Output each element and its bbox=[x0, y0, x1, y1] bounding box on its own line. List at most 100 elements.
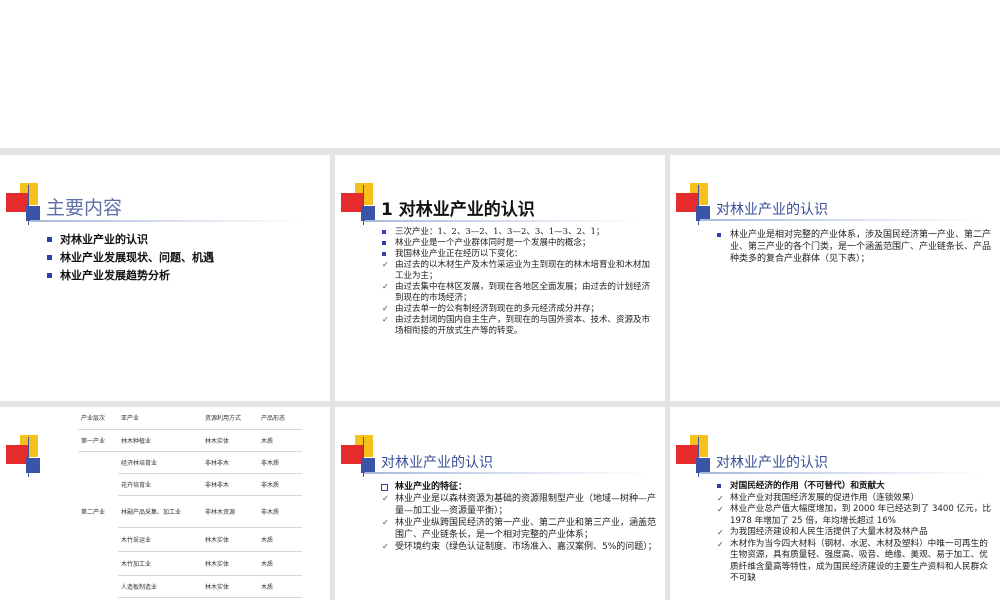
bullet-list: 林业产业的特征： ✓ 林业产业是以森林资源为基础的资源限制型产业（地域—树种—产量… bbox=[381, 481, 657, 553]
table-cell bbox=[78, 551, 118, 575]
list-item: 林业产业是相对完整的产业体系，涉及国民经济第一产业、第二产业、第三产业的各个门类… bbox=[716, 229, 992, 265]
bullet-square-icon bbox=[382, 252, 386, 256]
table-row: 人造板制造业 林木实体 木质 bbox=[78, 575, 302, 598]
table-cell: 林木实体 bbox=[202, 527, 258, 552]
list-item: ✓ 为我国经济建设和人民生活提供了大量木材及林产品 bbox=[717, 527, 928, 537]
list-item: ✓ 由过去集中在林区发展，到现在各地区全面发展；由过去的计划经济到现在的市场经济； bbox=[382, 282, 651, 303]
list-item: ✓ 林业产业纵跨国民经济的第一产业、第二产业和第三产业，涵盖范围广、产业链条长，是… bbox=[382, 518, 657, 540]
check-bullet-icon: ✓ bbox=[717, 505, 724, 514]
table-cell: 木质 bbox=[258, 527, 302, 552]
check-bullet-icon: ✓ bbox=[717, 528, 724, 537]
slide-title: 1 对林业产业的认识 bbox=[381, 200, 535, 220]
table-cell: 非林非木 bbox=[202, 451, 258, 474]
check-bullet-icon: ✓ bbox=[382, 315, 389, 324]
title-underline bbox=[700, 219, 985, 221]
table-cell: 第一产业 bbox=[78, 429, 118, 452]
slide-thumbnail-4[interactable]: 产业层次 亚产业 资源利用方式 产品形态 第一产业 林木种植业 林木实体 木质 … bbox=[0, 407, 330, 600]
table-header-cell: 资源利用方式 bbox=[202, 407, 258, 430]
table-cell: 木质 bbox=[258, 551, 302, 576]
list-item: 林业产业发展现状、问题、机遇 bbox=[46, 249, 316, 267]
table-row: 第一产业 林木种植业 林木实体 木质 bbox=[78, 429, 302, 452]
slide-thumbnail-1[interactable]: 主要内容 对林业产业的认识 林业产业发展现状、问题、机遇 林业产业发展趋势分析 bbox=[0, 155, 330, 401]
list-item: 林业产业是一个产业群体同时是一个发展中的概念； bbox=[381, 238, 657, 249]
list-item: ✓ 由过去封闭的国内自主生产，到现在的与国外资本、技术、资源及市场相衔接的开放式生… bbox=[382, 315, 651, 336]
table-cell: 非木质 bbox=[258, 495, 302, 528]
table-cell: 非林木资源 bbox=[202, 495, 258, 528]
title-underline bbox=[700, 472, 985, 474]
list-item: ✓ 由过去单一的公有制经济到现在的多元经济成分并存； bbox=[382, 304, 600, 314]
list-item: ✓ 林业产业总产值大幅度增加，到 2000 年已经达到了 3400 亿元，比 19… bbox=[717, 504, 991, 526]
bullet-square-icon bbox=[47, 273, 52, 278]
slide-thumbnail-5[interactable]: 对林业产业的认识 林业产业的特征： ✓ 林业产业是以森林资源为基础的资源限制型产业… bbox=[335, 407, 665, 600]
table-header-cell: 产品形态 bbox=[258, 407, 302, 430]
table-cell: 非林非木 bbox=[202, 473, 258, 496]
check-bullet-icon: ✓ bbox=[382, 494, 389, 503]
table-cell bbox=[78, 575, 118, 597]
table-cell: 非木质 bbox=[258, 473, 302, 496]
list-item: 对国民经济的作用（不可替代）和贡献大 bbox=[716, 481, 992, 493]
bullet-square-icon bbox=[382, 241, 386, 245]
slide-decoration-icon bbox=[6, 435, 46, 479]
table-cell bbox=[78, 527, 118, 551]
list-item: ✓ 木材作为当今四大材料（钢材、水泥、木材及塑料）中唯一可再生的生物资源，具有质量… bbox=[717, 538, 988, 584]
list-item: 林业产业的特征： bbox=[381, 481, 657, 493]
list-item: ✓ 由过去的以木材生产及木竹采运业为主到现在的林木培育业和木材加工业为主； bbox=[382, 260, 651, 281]
list-item: 三次产业：1、2、3—2、1、3—2、3、1—3、2、1； bbox=[381, 227, 657, 238]
check-bullet-icon: ✓ bbox=[382, 282, 389, 291]
table-header-cell: 亚产业 bbox=[118, 407, 202, 430]
list-item: 我国林业产业正在经历以下变化： bbox=[381, 249, 657, 260]
table-row: 第二产业 林副产品采集、加工业 非林木资源 非木质 bbox=[78, 495, 302, 528]
slide-thumbnail-2[interactable]: 1 对林业产业的认识 三次产业：1、2、3—2、1、3—2、3、1—3、2、1；… bbox=[335, 155, 665, 401]
check-bullet-icon: ✓ bbox=[382, 518, 389, 527]
bullet-list: 三次产业：1、2、3—2、1、3—2、3、1—3、2、1； 林业产业是一个产业群… bbox=[381, 227, 657, 337]
bullet-square-icon bbox=[717, 233, 721, 237]
table-row: 花卉培育业 非林非木 非木质 bbox=[78, 473, 302, 496]
list-item: ✓ 林业产业对我国经济发展的促进作用（连锁效果） bbox=[717, 492, 920, 503]
table-cell: 花卉培育业 bbox=[118, 473, 202, 496]
table-row: 木竹加工业 林木实体 木质 bbox=[78, 551, 302, 576]
table-cell: 林木种植业 bbox=[118, 429, 202, 452]
table-cell: 林副产品采集、加工业 bbox=[118, 495, 202, 528]
bullet-square-icon bbox=[717, 484, 721, 488]
slide-title: 对林业产业的认识 bbox=[716, 202, 828, 218]
table-cell: 木竹加工业 bbox=[118, 551, 202, 576]
list-item: 林业产业发展趋势分析 bbox=[46, 267, 316, 285]
table-cell: 人造板制造业 bbox=[118, 575, 202, 598]
bullet-square-icon bbox=[382, 230, 386, 234]
list-item: ✓ 受环境约束（绿色认证制度、市场准入、嘉汉案例、5%的问题）； bbox=[382, 542, 657, 552]
list-item: 对林业产业的认识 bbox=[46, 231, 316, 249]
table-header-cell: 产业层次 bbox=[78, 407, 118, 430]
table-row: 木竹采运业 林木实体 木质 bbox=[78, 527, 302, 552]
table-row: 经济林培育业 非林非木 非木质 bbox=[78, 451, 302, 474]
table-cell bbox=[78, 451, 118, 473]
title-underline bbox=[365, 220, 645, 222]
bullet-square-icon bbox=[47, 255, 52, 260]
table-cell: 林木实体 bbox=[202, 551, 258, 576]
bullet-list: 对林业产业的认识 林业产业发展现状、问题、机遇 林业产业发展趋势分析 bbox=[46, 231, 316, 285]
table-cell: 林木实体 bbox=[202, 575, 258, 598]
table-cell: 木质 bbox=[258, 575, 302, 598]
table-header-row: 产业层次 亚产业 资源利用方式 产品形态 bbox=[78, 407, 302, 430]
slide-thumbnail-6[interactable]: 对林业产业的认识 对国民经济的作用（不可替代）和贡献大 ✓ 林业产业对我国经济发展… bbox=[670, 407, 1000, 600]
bullet-list: 林业产业是相对完整的产业体系，涉及国民经济第一产业、第二产业、第三产业的各个门类… bbox=[716, 229, 992, 265]
title-underline bbox=[30, 220, 305, 222]
check-bullet-icon: ✓ bbox=[717, 493, 724, 503]
slide-title: 对林业产业的认识 bbox=[381, 455, 493, 471]
slide-title: 主要内容 bbox=[46, 197, 123, 219]
slide-thumbnail-3[interactable]: 对林业产业的认识 林业产业是相对完整的产业体系，涉及国民经济第一产业、第二产业、… bbox=[670, 155, 1000, 401]
check-bullet-icon: ✓ bbox=[382, 260, 389, 269]
table-cell: 林木实体 bbox=[202, 429, 258, 452]
check-bullet-icon: ✓ bbox=[717, 539, 724, 549]
table-cell: 木质 bbox=[258, 429, 302, 452]
table-cell: 第二产业 bbox=[81, 508, 106, 516]
list-item: ✓ 林业产业是以森林资源为基础的资源限制型产业（地域—树种—产量—加工业—资源量平… bbox=[382, 494, 657, 516]
bullet-list: 对国民经济的作用（不可替代）和贡献大 ✓ 林业产业对我国经济发展的促进作用（连锁效… bbox=[716, 481, 992, 585]
title-underline bbox=[365, 472, 650, 474]
table-cell: 经济林培育业 bbox=[118, 451, 202, 474]
table-cell: 非木质 bbox=[258, 451, 302, 474]
table-cell: 木竹采运业 bbox=[118, 527, 202, 552]
industry-table: 产业层次 亚产业 资源利用方式 产品形态 第一产业 林木种植业 林木实体 木质 … bbox=[78, 407, 302, 598]
check-bullet-icon: ✓ bbox=[382, 542, 389, 551]
hollow-square-bullet-icon bbox=[381, 484, 388, 491]
bullet-square-icon bbox=[47, 237, 52, 242]
